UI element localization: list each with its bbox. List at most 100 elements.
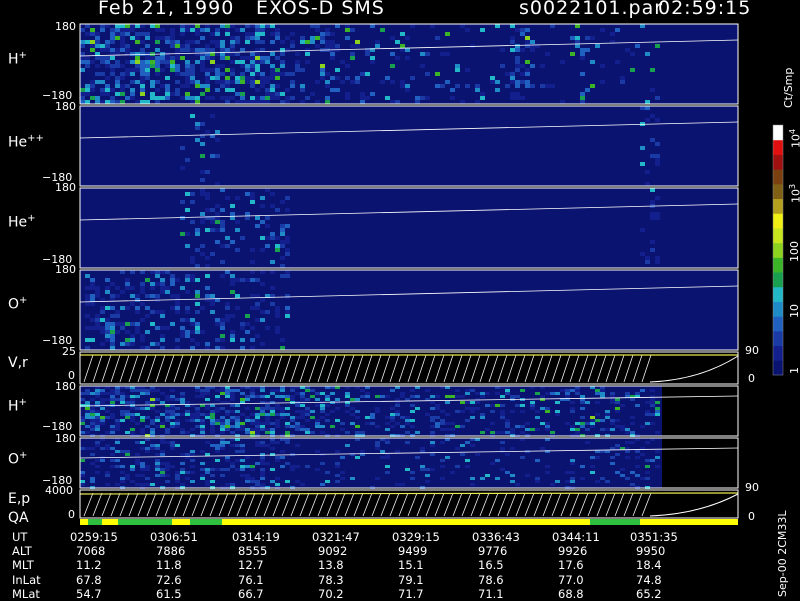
spectrogram-cell (170, 274, 175, 278)
spectrogram-cell (225, 84, 230, 88)
spectrogram-cell (90, 302, 95, 306)
spectrogram-cell (550, 431, 555, 434)
spectrogram-cell (245, 407, 250, 410)
spectrogram-cell (350, 422, 355, 425)
spectrogram-cell (95, 44, 100, 48)
spectrogram-cell (630, 398, 635, 401)
spectrogram-cell (120, 28, 125, 32)
spectrogram-cell (130, 286, 135, 290)
spectrogram-cell (125, 330, 130, 334)
spectrogram-cell (145, 330, 150, 334)
spectrogram-cell (400, 483, 405, 486)
spectrogram-cell (300, 88, 305, 92)
spectrogram-cell (200, 330, 205, 334)
spectrogram-cell (425, 96, 430, 100)
spectrogram-cell (100, 392, 105, 395)
spectrogram-cell (150, 419, 155, 422)
spectrogram-cell (220, 338, 225, 342)
spectrogram-cell (125, 401, 130, 404)
orbit-cell: 70.2 (318, 586, 344, 601)
spectrogram-cell (150, 444, 155, 447)
spectrogram-cell (590, 422, 595, 425)
spectrogram-cell (205, 24, 210, 28)
spectrogram-cell (105, 84, 110, 88)
spectrogram-cell (180, 401, 185, 404)
spectrogram-cell (230, 204, 235, 208)
spectrogram-cell (140, 64, 145, 68)
spectrogram-cell (380, 28, 385, 32)
spectrogram-cell (405, 419, 410, 422)
spectrogram-cell (110, 322, 115, 326)
spectrogram-cell (525, 44, 530, 48)
spectrogram-cell (95, 96, 100, 100)
spectrogram-cell (190, 100, 195, 104)
orbit-cell: 79.1 (398, 572, 424, 587)
spectrogram-cell (235, 40, 240, 44)
spectrogram-cell (115, 28, 120, 32)
spectrogram-cell (545, 407, 550, 410)
spectrogram-cell (200, 178, 205, 182)
spectrogram-cell (90, 48, 95, 52)
spectrogram-cell (645, 52, 650, 56)
spectrogram-cell (105, 431, 110, 434)
spectrogram-cell (605, 410, 610, 413)
right-tick-min: 0 (748, 510, 755, 523)
spectrogram-cell (190, 428, 195, 431)
spectrogram-cell (120, 270, 125, 274)
spectrogram-cell (235, 278, 240, 282)
spectrogram-cell (100, 92, 105, 96)
spectrogram-cell (180, 431, 185, 434)
spectrogram-cell (100, 389, 105, 392)
spectrogram-cell (180, 462, 185, 465)
spectrogram-cell (175, 471, 180, 474)
spectrogram-cell (200, 425, 205, 428)
spectrogram-cell (210, 60, 215, 64)
spectrogram-cell (130, 480, 135, 483)
spectrogram-cell (580, 422, 585, 425)
spectrogram-cell (195, 126, 200, 130)
spectrogram-cell (85, 389, 90, 392)
panel-label-ep: E,p (8, 491, 31, 507)
spectrogram-cell (245, 456, 250, 459)
spectrogram-cell (605, 416, 610, 419)
orbit-cell: 9092 (318, 544, 348, 559)
spectrogram-cell (185, 92, 190, 96)
spectrogram-cell (295, 52, 300, 56)
spectrogram-cell (280, 346, 285, 350)
spectrogram-cell (230, 462, 235, 465)
spectrogram-cell (255, 407, 260, 410)
spectrogram-cell (645, 441, 650, 444)
spectrogram-cell (150, 483, 155, 486)
spectrogram-cell (185, 76, 190, 80)
spectrogram-cell (465, 465, 470, 468)
spectrogram-cell (645, 401, 650, 404)
spectrogram-cell (110, 330, 115, 334)
spectrogram-cell (480, 92, 485, 96)
spectrogram-cell (325, 84, 330, 88)
spectrogram-cell (445, 80, 450, 84)
spectrogram-cell (125, 32, 130, 36)
spectrogram-cell (85, 24, 90, 28)
spectrogram-cell (190, 200, 195, 204)
spectrogram-cell (145, 306, 150, 310)
spectrogram-cell (315, 422, 320, 425)
spectrogram-cell (325, 404, 330, 407)
spectrogram-cell (205, 96, 210, 100)
spectrogram-cell (280, 389, 285, 392)
spectrogram-cell (180, 72, 185, 76)
spectrogram-cell (95, 459, 100, 462)
spectrogram-cell (390, 419, 395, 422)
spectrogram-cell (105, 48, 110, 52)
spectrogram-cell (140, 338, 145, 342)
colorbar-swatch (773, 242, 783, 258)
spectrogram-cell (105, 447, 110, 450)
spectrogram-cell (215, 338, 220, 342)
spectrogram-cell (225, 96, 230, 100)
spectrogram-cell (170, 56, 175, 60)
spectrogram-cell (275, 314, 280, 318)
spectrogram-cell (200, 422, 205, 425)
spectrogram-cell (205, 480, 210, 483)
spectrogram-cell (220, 64, 225, 68)
spectrogram-cell (110, 282, 115, 286)
spectrogram-cell (305, 407, 310, 410)
